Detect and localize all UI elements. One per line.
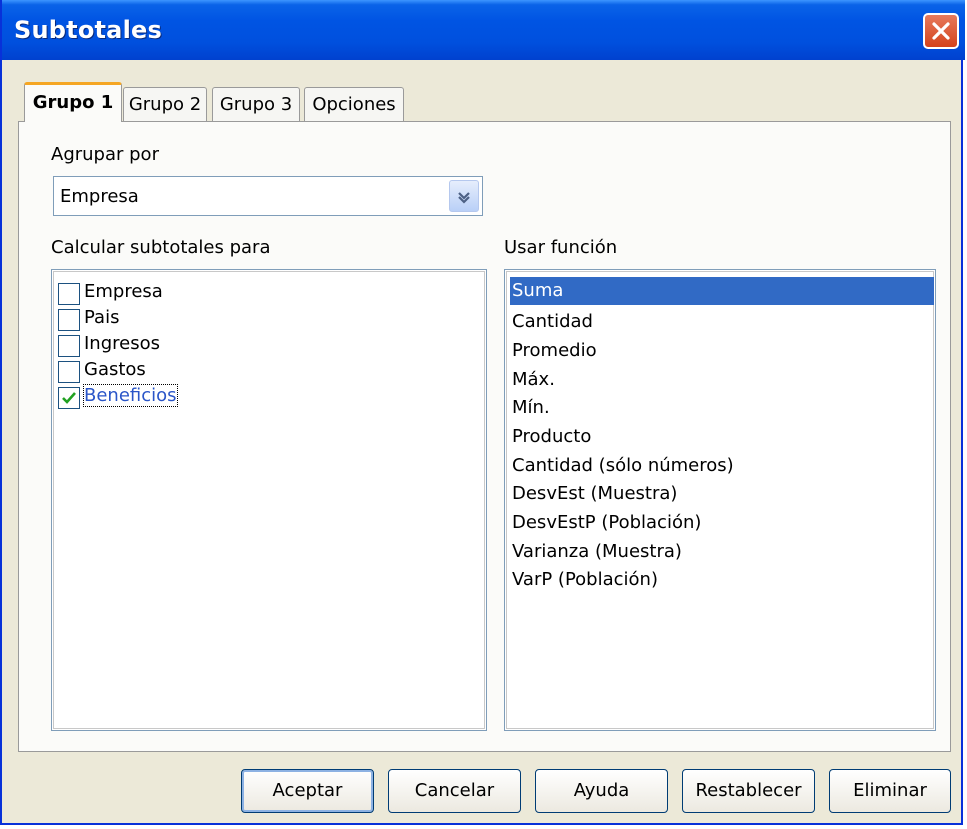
function-item-promedio[interactable]: Promedio bbox=[510, 337, 934, 365]
subtotals-label: Calcular subtotales para bbox=[51, 237, 271, 258]
function-item-producto[interactable]: Producto bbox=[510, 423, 934, 451]
checkbox[interactable] bbox=[58, 361, 80, 383]
close-button[interactable] bbox=[923, 13, 959, 49]
function-listbox[interactable]: Suma Cantidad Promedio Máx. Mín. Product… bbox=[504, 269, 936, 731]
group-by-label: Agrupar por bbox=[51, 144, 159, 165]
checkbox[interactable] bbox=[58, 309, 80, 331]
help-button[interactable]: Ayuda bbox=[535, 769, 668, 813]
cancel-button[interactable]: Cancelar bbox=[388, 769, 521, 813]
function-item-desvestp[interactable]: DesvEstP (Población) bbox=[510, 509, 934, 537]
function-item-max[interactable]: Máx. bbox=[510, 366, 934, 394]
function-label: Usar función bbox=[504, 237, 618, 258]
checkbox[interactable] bbox=[58, 335, 80, 357]
checkbox-checked[interactable] bbox=[58, 387, 80, 409]
ok-button[interactable]: Aceptar bbox=[241, 769, 374, 813]
function-item-cantidad[interactable]: Cantidad bbox=[510, 308, 934, 336]
dropdown-button[interactable] bbox=[449, 180, 479, 212]
window-title: Subtotales bbox=[14, 16, 162, 44]
tab-grupo-1[interactable]: Grupo 1 bbox=[24, 82, 122, 122]
check-icon bbox=[62, 392, 76, 404]
tab-opciones[interactable]: Opciones bbox=[304, 87, 404, 121]
tab-grupo-2[interactable]: Grupo 2 bbox=[123, 87, 207, 121]
close-icon bbox=[932, 22, 950, 40]
function-item-varp[interactable]: VarP (Población) bbox=[510, 566, 934, 594]
reset-button[interactable]: Restablecer bbox=[682, 769, 815, 813]
delete-button[interactable]: Eliminar bbox=[829, 769, 951, 813]
checkbox[interactable] bbox=[58, 283, 80, 305]
chevron-down-icon bbox=[458, 192, 470, 204]
group-by-value: Empresa bbox=[60, 186, 139, 207]
function-item-desvest[interactable]: DesvEst (Muestra) bbox=[510, 480, 934, 508]
function-item-suma[interactable]: Suma bbox=[510, 277, 934, 305]
function-item-cantidad-numeros[interactable]: Cantidad (sólo números) bbox=[510, 452, 934, 480]
title-bar[interactable]: Subtotales bbox=[2, 0, 965, 60]
tab-grupo-3[interactable]: Grupo 3 bbox=[212, 87, 300, 121]
subtotales-dialog: Subtotales Grupo 1 Grupo 2 Grupo 3 Opcio… bbox=[0, 0, 965, 825]
subtotals-listbox[interactable]: Empresa Pais Ingresos Gastos Beneficios bbox=[51, 269, 487, 731]
function-item-varianza[interactable]: Varianza (Muestra) bbox=[510, 538, 934, 566]
function-item-min[interactable]: Mín. bbox=[510, 394, 934, 422]
group-by-select[interactable]: Empresa bbox=[53, 176, 483, 216]
